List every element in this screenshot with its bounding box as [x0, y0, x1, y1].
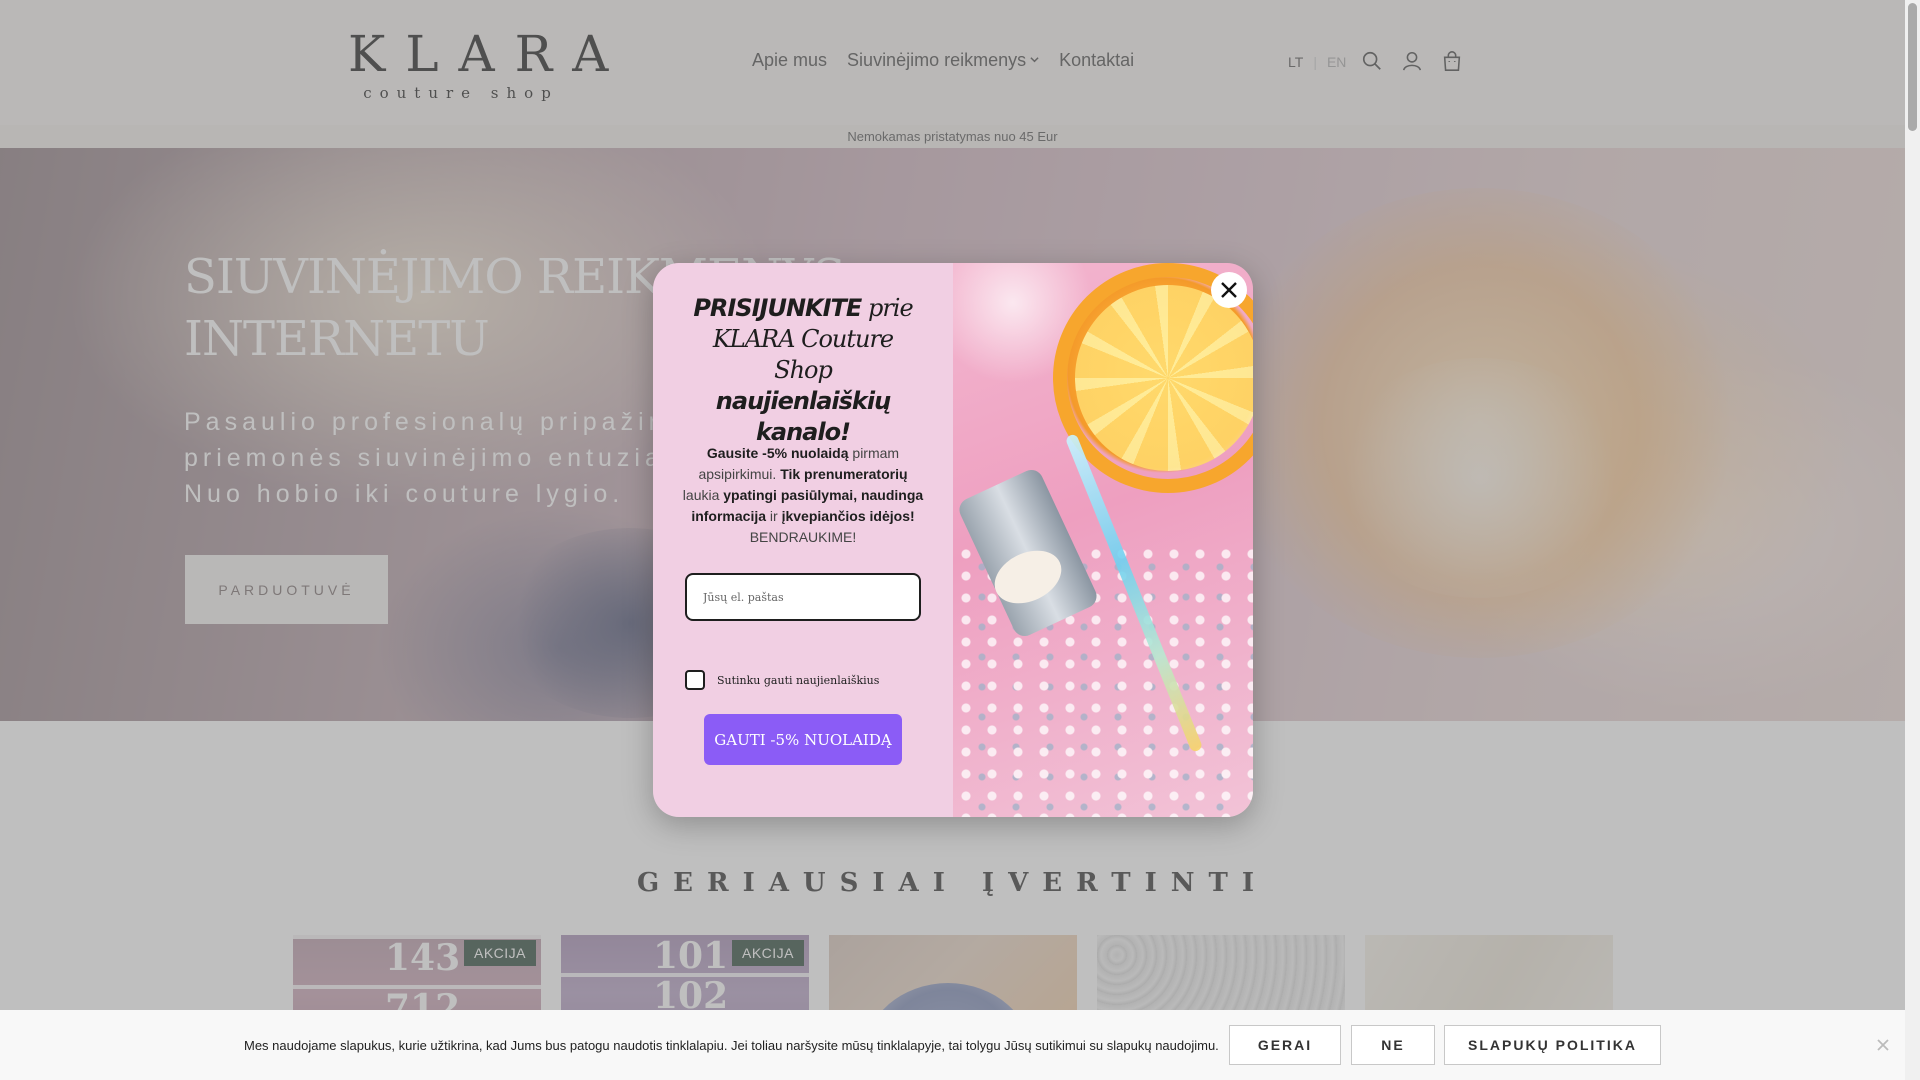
popup-text4: BENDRAUKIME!	[749, 529, 857, 545]
popup-image	[953, 263, 1253, 817]
popup-title-bold2: naujienlaiškių kanalo!	[715, 387, 891, 446]
cookie-text: Mes naudojame slapukus, kurie užtikrina,…	[244, 1038, 1219, 1053]
popup-text2: laukia	[682, 487, 724, 503]
consent-label: Sutinku gauti naujienlaiškius	[717, 673, 880, 687]
popup-title-bold1: PRISIJUNKITE	[693, 294, 862, 322]
cookie-reject-button[interactable]: NE	[1351, 1025, 1435, 1065]
get-discount-button[interactable]: GAUTI -5% NUOLAIDĄ	[704, 714, 902, 765]
popup-close-button[interactable]	[1211, 272, 1247, 308]
popup-text-bold1: Gausite -5% nuolaidą	[706, 445, 849, 461]
close-icon	[1221, 282, 1237, 298]
cookie-close-icon[interactable]	[1873, 1035, 1893, 1055]
scrollbar[interactable]	[1905, 0, 1920, 1080]
cookie-bar: Mes naudojame slapukus, kurie užtikrina,…	[0, 1010, 1905, 1080]
popup-text-bold2: Tik prenumeratorių	[780, 466, 908, 482]
popup-description: Gausite -5% nuolaidą pirmam apsipirkimui…	[681, 443, 925, 548]
cookie-policy-button[interactable]: SLAPUKŲ POLITIKA	[1444, 1025, 1661, 1065]
popup-title: PRISIJUNKITE prie KLARA Couture Shop nau…	[693, 293, 913, 448]
newsletter-popup: PRISIJUNKITE prie KLARA Couture Shop nau…	[653, 263, 1253, 817]
scrollbar-thumb[interactable]	[1908, 3, 1917, 131]
popup-text3: ir	[766, 508, 782, 524]
popup-form-panel: PRISIJUNKITE prie KLARA Couture Shop nau…	[653, 263, 953, 817]
consent-checkbox[interactable]	[685, 670, 705, 690]
consent-row: Sutinku gauti naujienlaiškius	[685, 670, 879, 690]
cookie-accept-button[interactable]: GERAI	[1229, 1025, 1341, 1065]
email-field[interactable]	[685, 573, 921, 621]
popup-text-bold4: įkvepiančios idėjos!	[781, 508, 915, 524]
